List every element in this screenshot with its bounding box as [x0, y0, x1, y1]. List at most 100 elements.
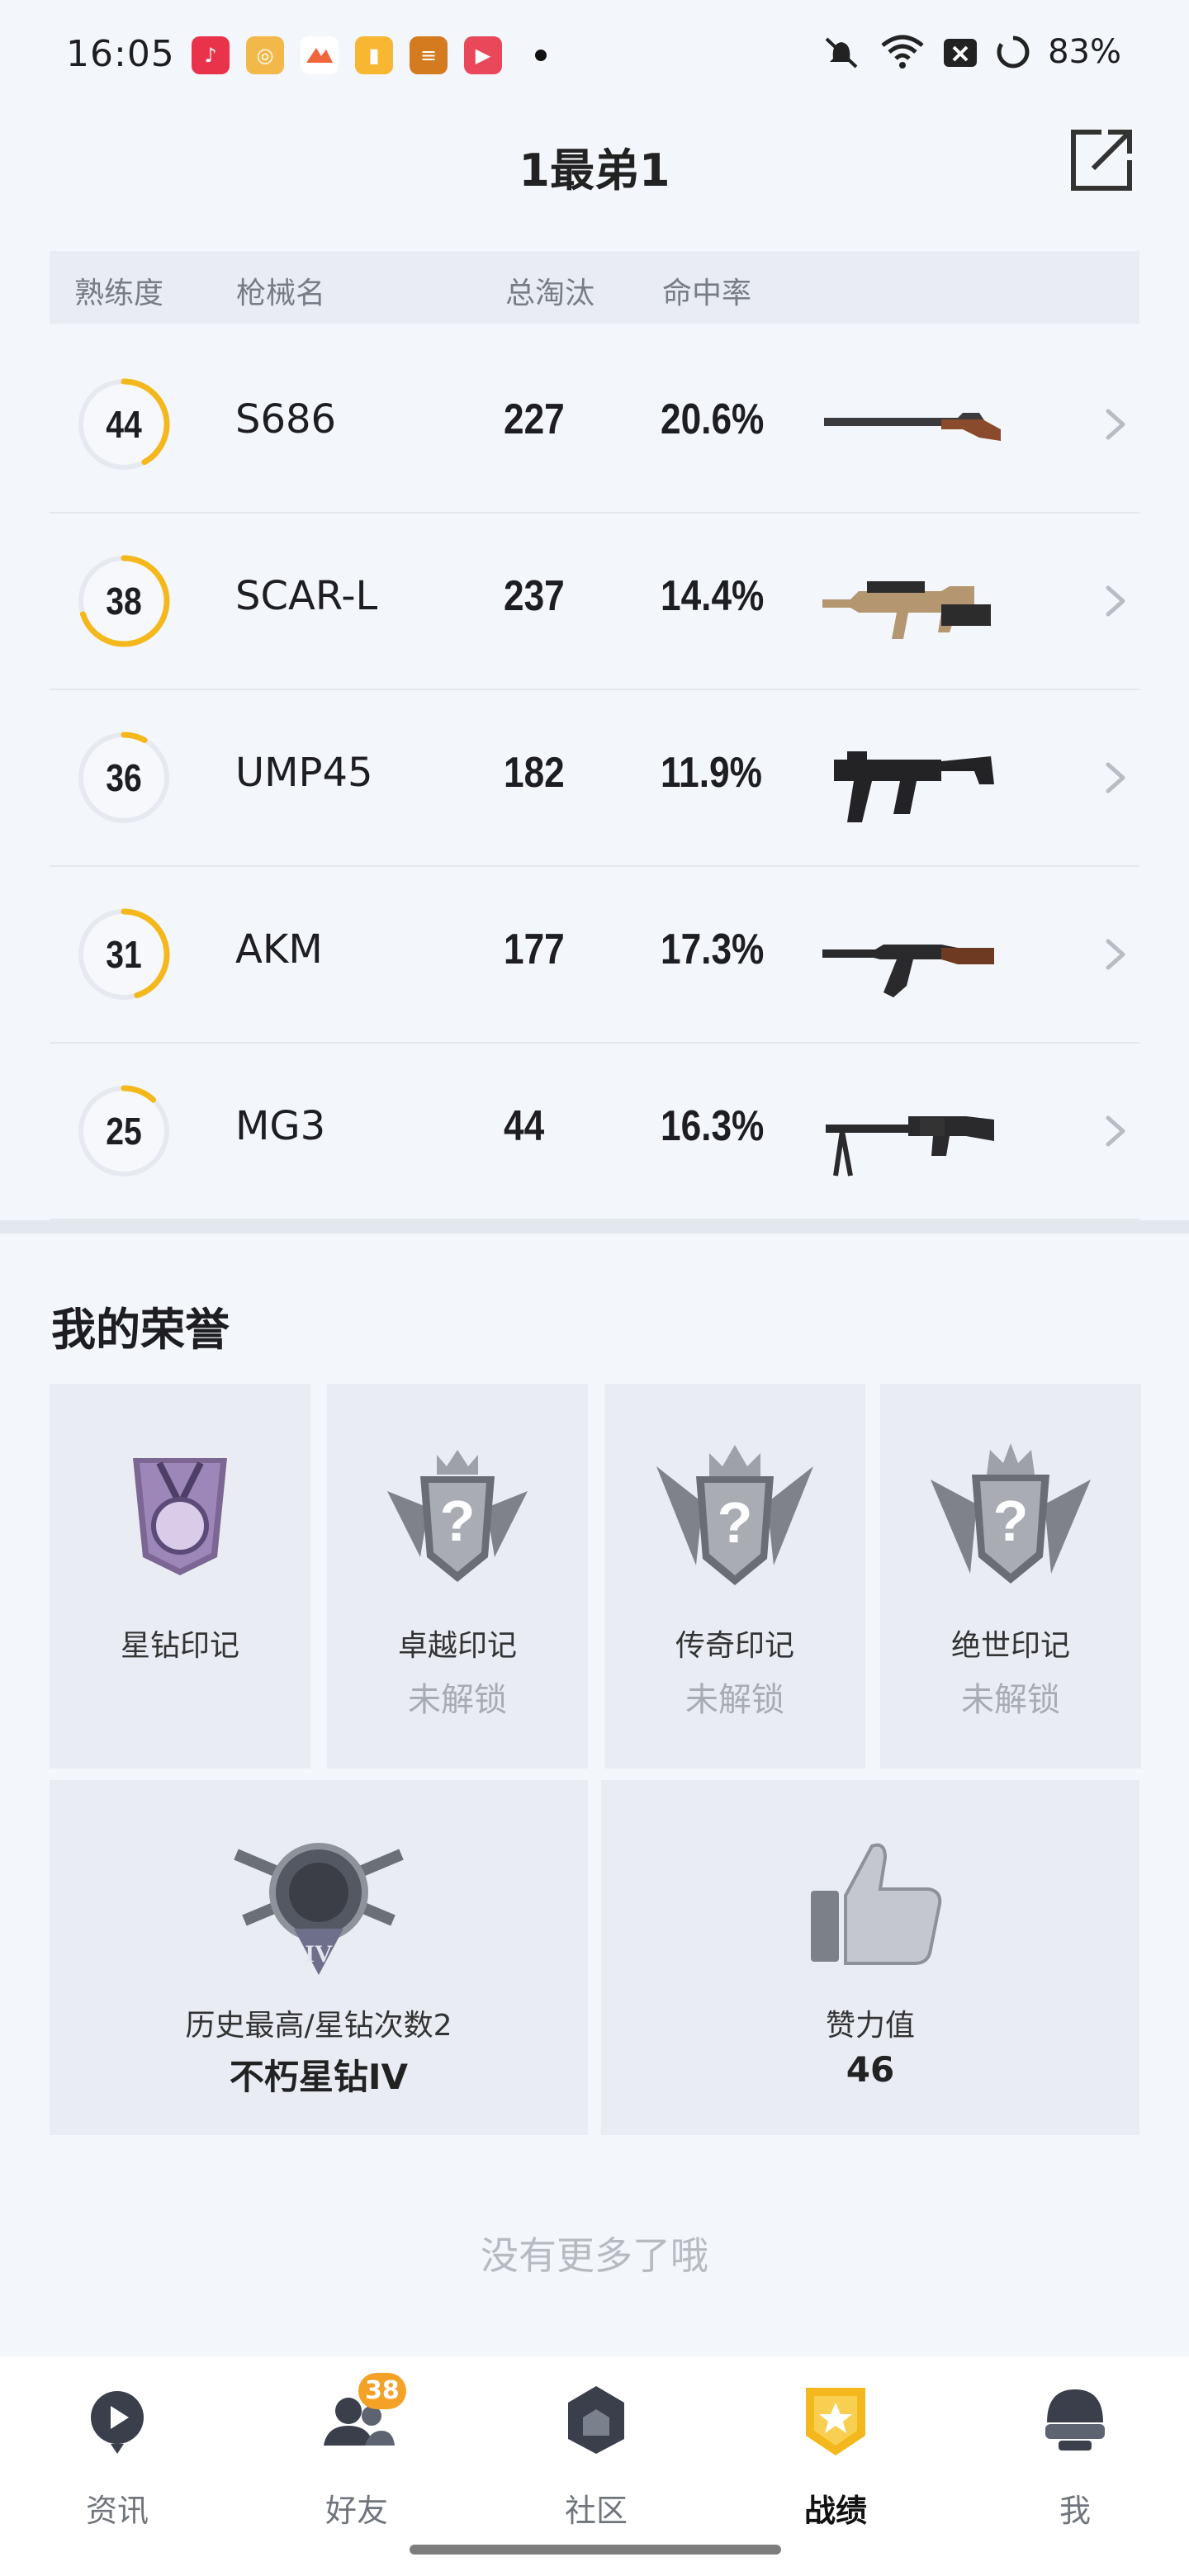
- record-icon: [806, 2388, 865, 2455]
- video-app-icon: ▶: [464, 36, 502, 74]
- locked-badge-icon: ?: [656, 1445, 813, 1585]
- badge-name: 绝世印记: [950, 1629, 1070, 1663]
- rifle-icon: [822, 945, 994, 997]
- mastery-level: 36: [106, 756, 142, 799]
- nav-tab-news[interactable]: 资讯: [35, 2378, 200, 2543]
- hit-rate: 20.6%: [661, 395, 765, 443]
- mastery-level: 44: [106, 403, 142, 446]
- hit-rate: 17.3%: [661, 926, 765, 973]
- section-divider: [0, 1220, 1189, 1234]
- svg-text:?: ?: [718, 1490, 753, 1555]
- column-total-kills: 总淘汰: [505, 277, 595, 310]
- mastery-level: 31: [106, 933, 142, 976]
- nav-label: 战绩: [803, 2493, 867, 2529]
- nav-tab-community[interactable]: 社区: [514, 2378, 679, 2543]
- chevron-right-icon: [1106, 585, 1125, 617]
- rank-label: 历史最高/星钻次数2: [185, 2009, 452, 2043]
- share-external-icon[interactable]: [1067, 125, 1136, 195]
- locked-badge-icon: ?: [931, 1443, 1091, 1584]
- column-weapon-name: 枪械名: [236, 277, 326, 310]
- badge-name: 星钻印记: [120, 1629, 239, 1663]
- likes-value: 46: [846, 2049, 895, 2090]
- badge-card-peerless[interactable]: ? 绝世印记 未解锁: [880, 1384, 1141, 1769]
- hit-rate: 14.4%: [661, 572, 765, 620]
- likes-card[interactable]: 赞力值 46: [601, 1780, 1139, 2135]
- rank-emblem-text: IV: [305, 1940, 333, 1968]
- svg-text:?: ?: [993, 1489, 1029, 1553]
- badge-name: 传奇印记: [675, 1629, 794, 1663]
- status-bar: 16:05 ♪ ◎ ▮ ≡ ▶ 83%: [0, 0, 1189, 112]
- hit-rate: 16.3%: [661, 1102, 765, 1150]
- shotgun-icon: [824, 413, 1001, 441]
- news-icon: [91, 2391, 144, 2454]
- total-kills: 44: [504, 1102, 545, 1150]
- column-mastery: 熟练度: [74, 277, 164, 310]
- weapon-name: S686: [235, 396, 337, 443]
- chevron-right-icon: [1106, 939, 1125, 970]
- music-app-icon: ♪: [192, 36, 230, 74]
- nav-label: 资讯: [85, 2493, 149, 2529]
- game-app-icon: [301, 36, 339, 74]
- badge-card-star-diamond[interactable]: 星钻印记: [50, 1384, 310, 1769]
- weapon-name: SCAR-L: [235, 573, 378, 619]
- nav-tab-records[interactable]: 战绩: [753, 2378, 918, 2543]
- home-indicator[interactable]: [410, 2545, 781, 2555]
- book-app-icon: ▮: [355, 36, 393, 74]
- weapon-row[interactable]: 25 MG3 44 16.3%: [50, 1044, 1139, 1220]
- page-title: 1最弟1: [519, 144, 670, 197]
- nav-tab-profile[interactable]: 我: [992, 2378, 1158, 2543]
- total-kills: 227: [504, 395, 565, 443]
- badge-card-legend[interactable]: ? 传奇印记 未解锁: [604, 1384, 865, 1769]
- target-app-icon: ◎: [246, 36, 284, 74]
- weapon-name: MG3: [235, 1103, 326, 1149]
- status-time: 16:05: [66, 33, 175, 75]
- svg-text:?: ?: [440, 1489, 476, 1553]
- friends-count-badge: 38: [358, 2373, 406, 2409]
- battery-icon: [997, 36, 1030, 69]
- sim-icon: [944, 39, 978, 67]
- thumbs-up-icon: [811, 1843, 942, 1965]
- mastery-level: 25: [106, 1110, 142, 1153]
- mastery-level: 38: [106, 580, 142, 623]
- honors-title: 我的荣誉: [51, 1304, 230, 1356]
- profile-icon: [1045, 2389, 1105, 2451]
- more-notifications-dot: [535, 50, 547, 61]
- no-more-text: 没有更多了哦: [481, 2233, 708, 2278]
- chevron-right-icon: [1106, 1115, 1125, 1147]
- system-icons: 83%: [820, 33, 1121, 71]
- assault-rifle-icon: [822, 581, 991, 639]
- locked-badge-icon: ?: [387, 1450, 528, 1582]
- weapon-table-header: 熟练度 枪械名 总淘汰 命中率: [50, 251, 1139, 324]
- community-icon: [568, 2386, 624, 2454]
- medal-badge-icon: [133, 1458, 227, 1575]
- nav-tab-friends[interactable]: 38 好友: [274, 2373, 439, 2543]
- badge-status: 未解锁: [685, 1681, 784, 1719]
- hit-rate: 11.9%: [661, 749, 762, 797]
- column-hit-rate: 命中率: [662, 277, 752, 310]
- news-app-icon: ≡: [410, 36, 448, 74]
- chevron-right-icon: [1106, 762, 1125, 793]
- weapon-row[interactable]: 38 SCAR-L 237 14.4%: [50, 514, 1139, 690]
- badge-card-excellence[interactable]: ? 卓越印记 未解锁: [327, 1384, 588, 1769]
- nav-label: 好友: [324, 2493, 388, 2529]
- weapon-row[interactable]: 31 AKM 177 17.3%: [50, 867, 1139, 1044]
- weapon-row[interactable]: 36 UMP45 182 11.9%: [50, 690, 1139, 867]
- weapon-name: AKM: [235, 926, 323, 973]
- total-kills: 177: [504, 926, 565, 973]
- badge-name: 卓越印记: [397, 1629, 517, 1663]
- mute-icon: [825, 37, 858, 69]
- badge-status: 未解锁: [961, 1681, 1060, 1719]
- chevron-right-icon: [1106, 409, 1125, 440]
- machine-gun-icon: [826, 1116, 994, 1177]
- weapon-row[interactable]: 44 S686 227 20.6%: [50, 337, 1139, 514]
- rank-value: 不朽星钻IV: [229, 2057, 409, 2097]
- notification-icons: ♪ ◎ ▮ ≡ ▶: [192, 36, 502, 74]
- nav-label: 社区: [564, 2493, 628, 2529]
- rank-card[interactable]: IV 历史最高/星钻次数2 不朽星钻IV: [50, 1780, 588, 2135]
- bottom-nav: 资讯 38 好友 社区 战绩 我: [0, 2356, 1189, 2576]
- weapon-name: UMP45: [235, 750, 373, 796]
- smg-icon: [834, 751, 994, 822]
- rank-emblem-icon: IV: [234, 1843, 404, 1975]
- wifi-icon: [881, 35, 924, 69]
- likes-label: 赞力值: [825, 2009, 915, 2043]
